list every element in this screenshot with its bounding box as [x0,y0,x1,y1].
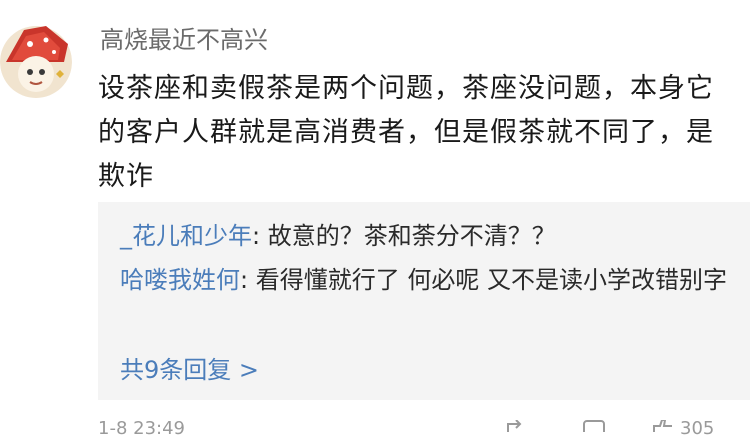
comment-icon[interactable] [582,420,606,432]
reply-text: 看得懂就行了 何必呢 又不是读小学改错别字 [255,266,727,294]
comment-timestamp: 1-8 23:49 [98,418,185,439]
reply-text: 故意的？茶和荼分不清？？ [267,222,556,250]
avatar-image [0,26,72,98]
comment-footer: 1-8 23:49 305 [98,418,750,439]
like-count: 305 [680,418,715,439]
reply-item[interactable]: _花儿和少年: 故意的？茶和荼分不清？？ [120,214,730,258]
reply-item[interactable]: 哈喽我姓何: 看得懂就行了 何必呢 又不是读小学改错别字 [120,258,730,302]
comment-text: 设茶座和卖假茶是两个问题，茶座没问题，本身它的客户人群就是高消费者，但是假茶就不… [98,73,714,192]
reply-author[interactable]: 哈喽我姓何 [120,266,240,294]
share-icon[interactable] [506,420,530,432]
reply-author[interactable]: _花儿和少年 [120,222,252,250]
comment-username[interactable]: 高烧最近不高兴 [100,20,268,60]
like-icon[interactable] [650,420,674,432]
reply-separator: : [252,222,268,250]
more-replies-link[interactable]: 共9条回复 > [120,350,259,390]
reply-panel[interactable]: _花儿和少年: 故意的？茶和荼分不清？？ 哈喽我姓何: 看得懂就行了 何必呢 又… [98,202,750,400]
avatar[interactable] [0,22,72,102]
reply-separator: : [240,266,256,294]
